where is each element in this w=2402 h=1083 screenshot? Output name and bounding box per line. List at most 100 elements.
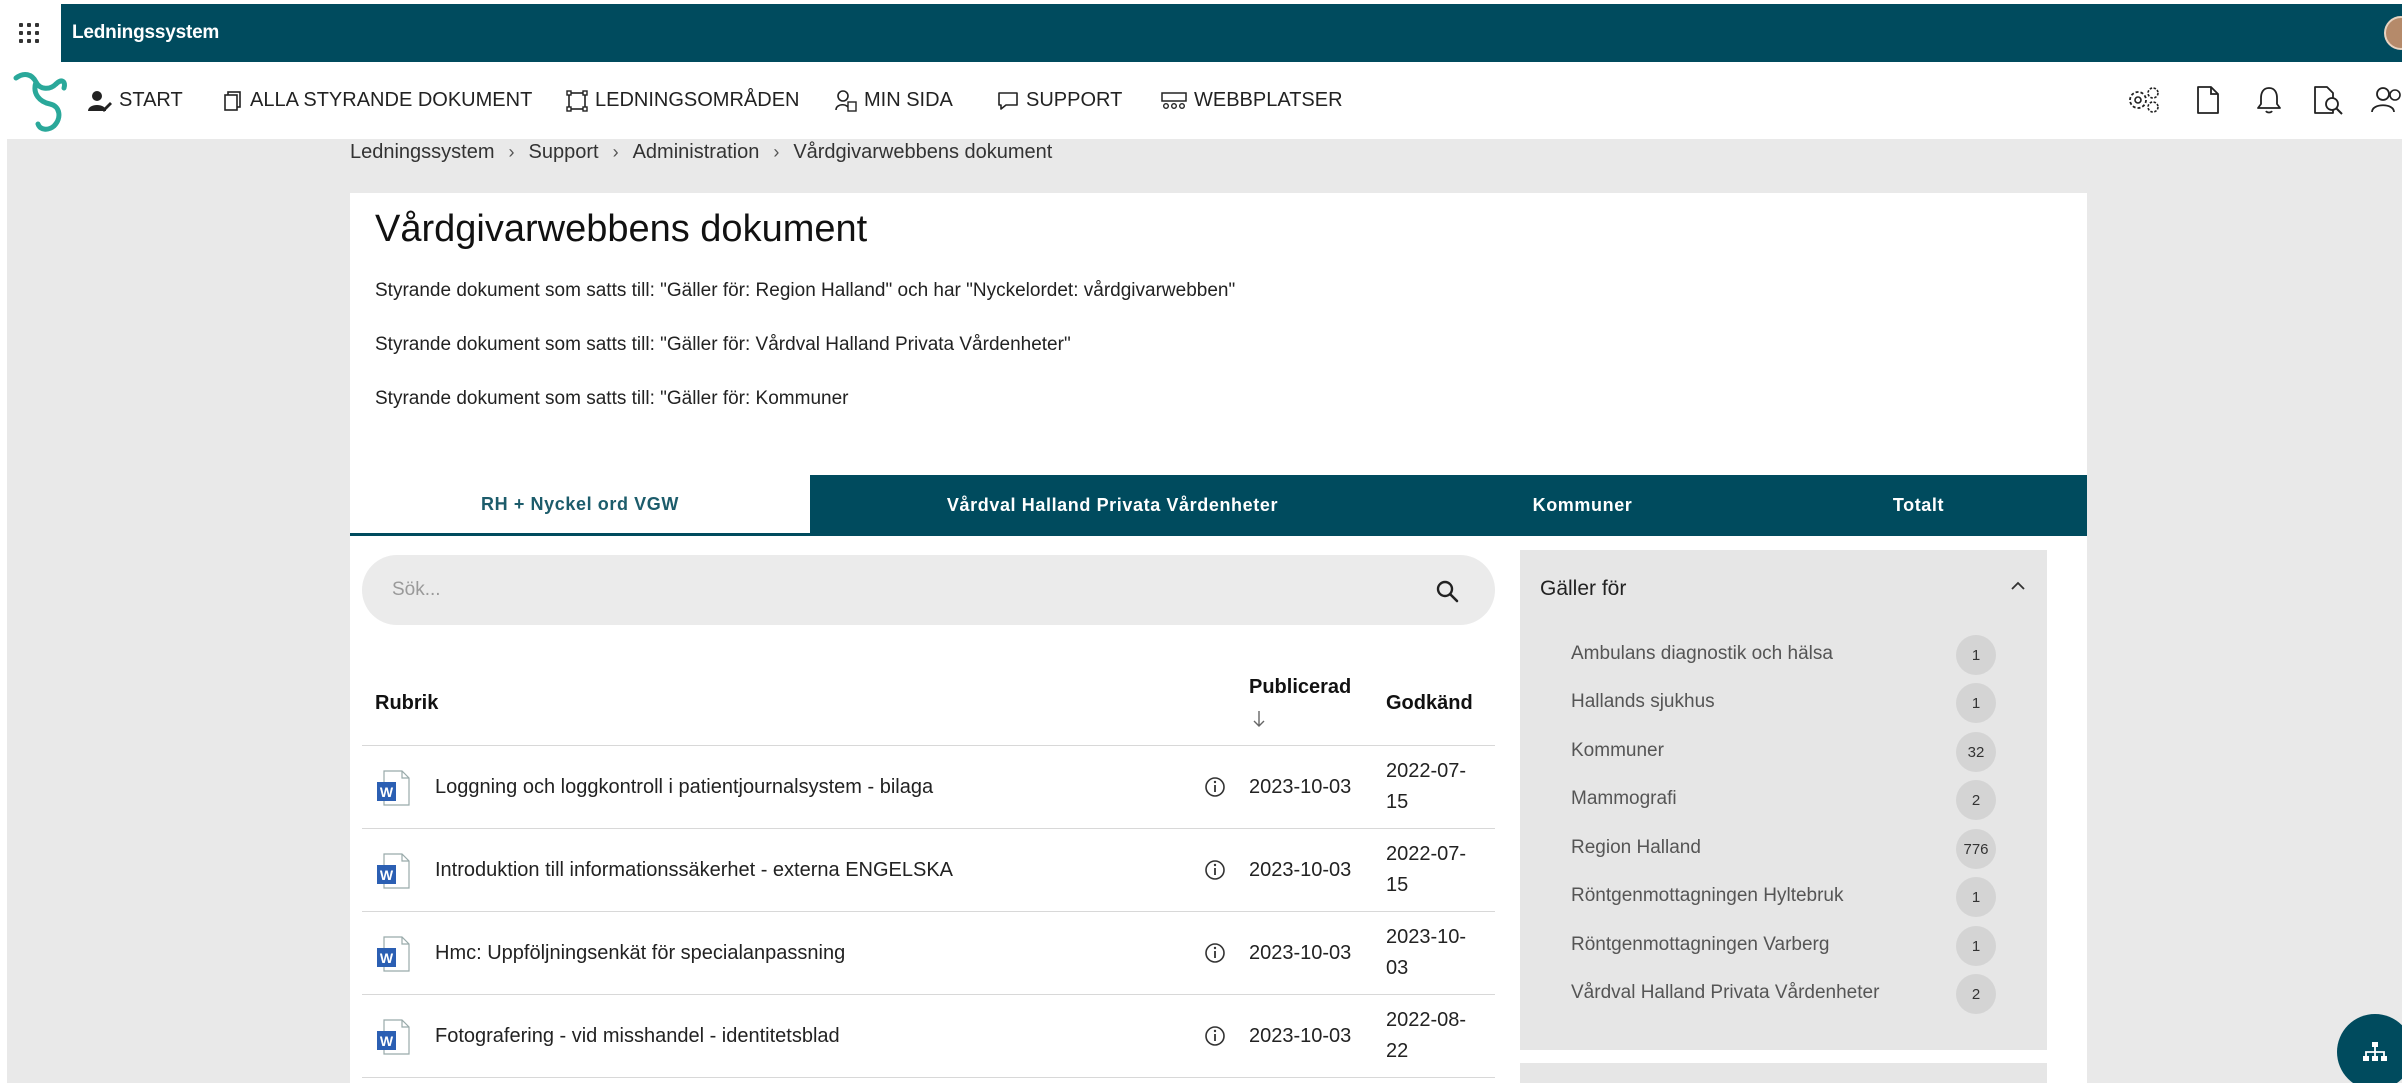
filter-item[interactable]: Ambulans diagnostik och hälsa [1571, 643, 1833, 665]
row-approved: 2022-08- 22 [1386, 1005, 1476, 1067]
nav-areas[interactable]: LEDNINGSOMRÅDEN [566, 62, 799, 139]
svg-text:W: W [380, 950, 394, 966]
document-search-icon [2314, 86, 2343, 115]
table-row[interactable]: W Hmc: Uppföljningsenkät för specialanpa… [362, 911, 1495, 994]
nav-start[interactable]: START [88, 62, 183, 139]
row-approved-part: 03 [1386, 957, 1409, 979]
info-icon[interactable] [1204, 859, 1226, 881]
sort-down-icon[interactable] [1252, 710, 1266, 728]
row-approved-part: 2022-07- [1386, 760, 1467, 782]
row-published: 2023-10-03 [1249, 859, 1352, 881]
filter-count-badge: 776 [1956, 829, 1996, 869]
nav-areas-label: LEDNINGSOMRÅDEN [595, 89, 800, 111]
search-icon[interactable] [1435, 579, 1459, 603]
nav-all-documents[interactable]: ALLA STYRANDE DOKUMENT [223, 62, 532, 139]
sitemap-icon [2363, 1042, 2387, 1061]
word-document-icon: W [377, 936, 410, 972]
column-header-published[interactable]: Publicerad [1249, 676, 1351, 699]
word-document-icon: W [377, 770, 410, 806]
breadcrumb-separator-icon: › [612, 141, 619, 162]
nav-support[interactable]: SUPPORT [997, 62, 1122, 139]
filter-count-badge: 1 [1956, 926, 1996, 966]
filter-item[interactable]: Röntgenmottagningen Hyltebruk [1571, 885, 1844, 907]
table-row[interactable]: W Loggning och loggkontroll i patientjou… [362, 745, 1495, 828]
users-icon [2371, 87, 2401, 113]
tab-kommuner[interactable]: Kommuner [1415, 475, 1750, 536]
area-icon [566, 89, 588, 112]
row-published: 2023-10-03 [1249, 776, 1352, 798]
row-title[interactable]: Fotografering - vid misshandel - identit… [435, 995, 840, 1078]
breadcrumb-separator-icon: › [773, 141, 780, 162]
breadcrumb-item[interactable]: Support [529, 141, 599, 164]
suite-bar: Ledningssystem [0, 0, 2402, 62]
page-description: Styrande dokument som satts till: "Gälle… [375, 280, 1236, 301]
filter-panel-next [1520, 1063, 2047, 1083]
breadcrumb-separator-icon: › [508, 141, 515, 162]
nav-websites-label: WEBBPLATSER [1194, 89, 1343, 111]
settings-gears-icon [2129, 87, 2159, 113]
notifications-button[interactable] [2252, 83, 2286, 117]
filter-item[interactable]: Vårdval Halland Privata Vårdenheter [1571, 982, 1879, 1004]
breadcrumb-item[interactable]: Ledningssystem [350, 141, 495, 164]
document-search-button[interactable] [2312, 83, 2346, 117]
svg-text:W: W [380, 867, 394, 883]
nav-all-documents-label: ALLA STYRANDE DOKUMENT [250, 89, 533, 111]
filter-count-badge: 2 [1956, 780, 1996, 820]
tab-vardval[interactable]: Vårdval Halland Privata Vårdenheter [810, 475, 1415, 536]
filter-item[interactable]: Mammografi [1571, 788, 1677, 810]
nav-websites[interactable]: WEBBPLATSER [1161, 62, 1343, 139]
word-document-icon: W [377, 853, 410, 889]
filter-count-badge: 2 [1956, 974, 1996, 1014]
filter-item[interactable]: Röntgenmottagningen Varberg [1571, 934, 1829, 956]
page-title: Vårdgivarwebbens dokument [375, 208, 868, 250]
row-title[interactable]: Loggning och loggkontroll i patientjourn… [435, 746, 933, 829]
chat-icon [998, 91, 1018, 110]
search-box [362, 555, 1495, 625]
nav-start-label: START [119, 89, 183, 111]
nav-support-label: SUPPORT [1026, 89, 1123, 111]
app-title[interactable]: Ledningssystem [72, 4, 219, 62]
filter-count-badge: 1 [1956, 683, 1996, 723]
breadcrumb: Ledningssystem › Support › Administratio… [350, 139, 1052, 165]
row-approved-part: 22 [1386, 1040, 1409, 1062]
tab-rh-nyckelord[interactable]: RH + Nyckel ord VGW [350, 475, 810, 536]
documents-icon [224, 90, 241, 111]
table-row[interactable]: W Introduktion till informationssäkerhet… [362, 828, 1495, 911]
row-approved: 2022-07- 15 [1386, 839, 1476, 901]
breadcrumb-current: Vårdgivarwebbens dokument [793, 140, 1053, 163]
svg-text:W: W [380, 784, 394, 800]
info-icon[interactable] [1204, 776, 1226, 798]
row-title[interactable]: Hmc: Uppföljningsenkät för specialanpass… [435, 912, 845, 995]
bell-icon [2257, 87, 2281, 114]
search-input[interactable] [392, 555, 1392, 625]
column-header-title[interactable]: Rubrik [375, 692, 438, 715]
breadcrumb-item[interactable]: Administration [633, 141, 760, 164]
word-document-icon: W [377, 1019, 410, 1055]
filter-item[interactable]: Kommuner [1571, 740, 1664, 762]
page-description: Styrande dokument som satts till: "Gälle… [375, 334, 1071, 355]
filter-count-badge: 1 [1956, 877, 1996, 917]
filter-title[interactable]: Gäller för [1540, 577, 1626, 601]
filter-count-badge: 1 [1956, 635, 1996, 675]
chevron-up-icon[interactable] [2010, 580, 2026, 592]
column-header-approved[interactable]: Godkänd [1386, 692, 1473, 715]
tab-bar: RH + Nyckel ord VGW Vårdval Halland Priv… [350, 475, 2087, 536]
filter-count-badge: 32 [1956, 732, 1996, 772]
new-document-button[interactable] [2191, 83, 2225, 117]
page-description: Styrande dokument som satts till: "Gälle… [375, 388, 849, 409]
settings-button[interactable] [2127, 83, 2161, 117]
app-launcher-button[interactable] [0, 4, 58, 62]
table-row[interactable]: W Fotografering - vid misshandel - ident… [362, 994, 1495, 1077]
nav-bar: START ALLA STYRANDE DOKUMENT LEDNINGSOMR… [0, 62, 2402, 139]
nav-my-page-label: MIN SIDA [864, 89, 953, 111]
logo-icon[interactable] [10, 68, 72, 134]
nav-my-page[interactable]: MIN SIDA [835, 62, 953, 139]
info-icon[interactable] [1204, 942, 1226, 964]
filter-item[interactable]: Region Halland [1571, 837, 1701, 859]
info-icon[interactable] [1204, 1025, 1226, 1047]
tab-totalt[interactable]: Totalt [1750, 475, 2087, 536]
users-button[interactable] [2370, 83, 2402, 117]
row-title[interactable]: Introduktion till informationssäkerhet -… [435, 829, 953, 912]
filter-item[interactable]: Hallands sjukhus [1571, 691, 1715, 713]
row-approved-part: 2022-08- [1386, 1009, 1467, 1031]
